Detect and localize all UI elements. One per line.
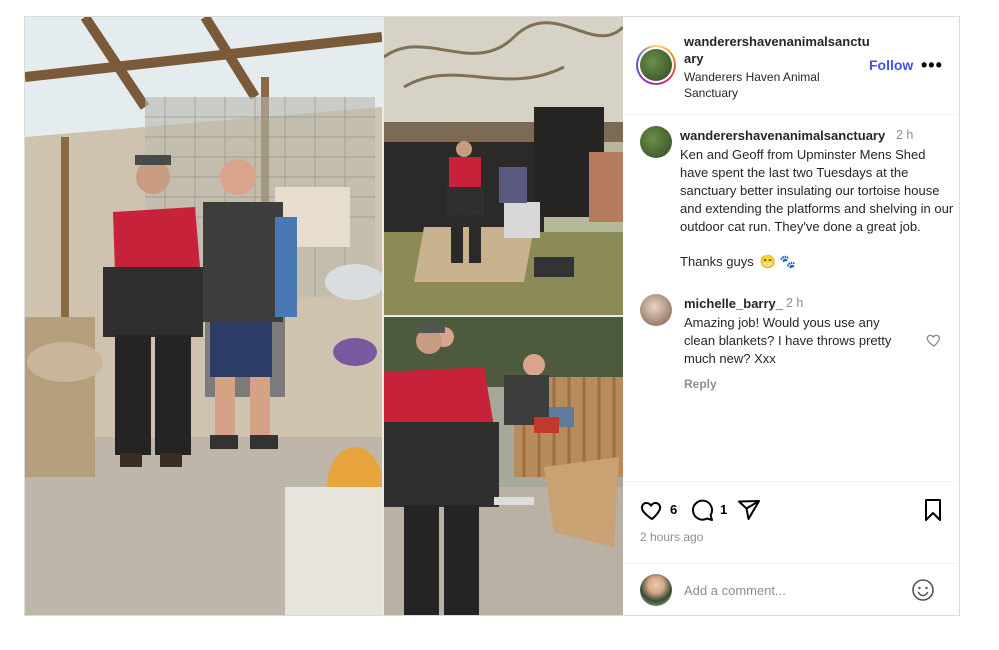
comment-reply-button[interactable]: Reply bbox=[684, 377, 717, 391]
more-dots-icon[interactable]: ••• bbox=[921, 55, 943, 76]
photo-men-building-platform[interactable] bbox=[384, 317, 623, 615]
follow-button[interactable]: Follow bbox=[869, 57, 913, 73]
photo-two-men-in-cat-run[interactable] bbox=[25, 17, 382, 615]
current-user-avatar bbox=[640, 574, 672, 606]
bookmark-icon[interactable] bbox=[921, 498, 945, 522]
comment-username[interactable]: michelle_barry_ bbox=[684, 296, 783, 311]
smiley-icon[interactable] bbox=[911, 578, 935, 602]
caption-emojis: 😁 🐾 bbox=[759, 254, 796, 269]
post-media-collage[interactable] bbox=[25, 17, 623, 615]
author-username[interactable]: wanderershavenanimalsanctuary bbox=[684, 33, 874, 67]
comment-bubble-icon[interactable] bbox=[690, 498, 714, 522]
author-avatar[interactable] bbox=[636, 45, 676, 85]
post-side-panel: wanderershavenanimalsanctuary Wanderers … bbox=[624, 17, 960, 615]
comment-heart-icon[interactable] bbox=[926, 332, 942, 348]
caption-username[interactable]: wanderershavenanimalsanctuary bbox=[680, 128, 885, 143]
caption-text: Ken and Geoff from Upminster Mens Shed h… bbox=[680, 147, 954, 234]
heart-icon[interactable] bbox=[640, 498, 664, 522]
paper-plane-icon[interactable] bbox=[737, 498, 761, 522]
author-avatar-image bbox=[640, 49, 672, 81]
caption-thanks-text: Thanks guys bbox=[680, 254, 754, 269]
comments-count[interactable]: 1 bbox=[720, 502, 727, 517]
comment-author-avatar[interactable] bbox=[640, 294, 672, 326]
comment-timestamp: 2 h bbox=[786, 296, 804, 310]
caption-thanks-line: Thanks guys 😁 🐾 bbox=[680, 254, 796, 270]
author-display-name[interactable]: Wanderers Haven Animal Sanctuary bbox=[684, 69, 874, 101]
instagram-post: wanderershavenanimalsanctuary Wanderers … bbox=[24, 16, 960, 616]
post-timestamp[interactable]: 2 hours ago bbox=[640, 530, 703, 544]
photo-tortoise-house[interactable] bbox=[384, 17, 623, 315]
caption-timestamp: 2 h bbox=[896, 128, 914, 142]
comment-text: Amazing job! Would yous use any clean bl… bbox=[684, 315, 892, 366]
add-comment-input[interactable] bbox=[684, 580, 894, 600]
comments-section[interactable]: wanderershavenanimalsanctuary 2 h Ken an… bbox=[624, 116, 960, 482]
likes-count[interactable]: 6 bbox=[670, 502, 677, 517]
post-actions-bar: 6 1 2 hours ago bbox=[624, 481, 960, 563]
post-header: wanderershavenanimalsanctuary Wanderers … bbox=[624, 17, 960, 115]
add-comment-bar bbox=[624, 563, 960, 615]
caption-author-avatar[interactable] bbox=[640, 126, 672, 158]
